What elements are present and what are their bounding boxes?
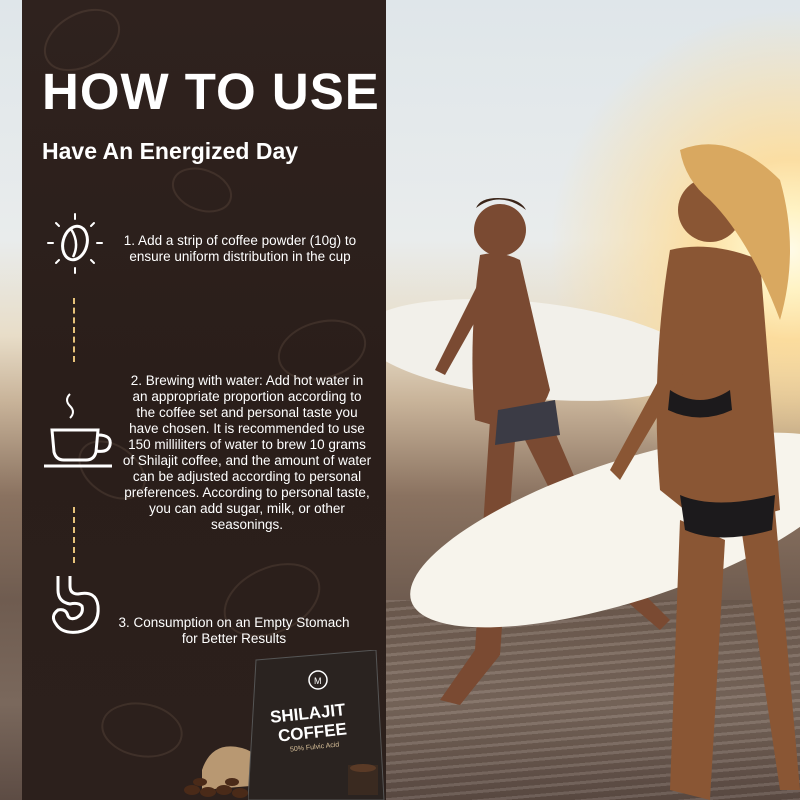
coffee-bean-icon bbox=[47, 213, 103, 274]
product-pouch: M SHILAJIT COFFEE 50% Fulvic Acid bbox=[247, 649, 386, 801]
step-connector bbox=[73, 298, 75, 362]
step-3-text: 3. Consumption on an Empty Stomach for B… bbox=[118, 615, 350, 646]
surfers-illustration bbox=[380, 144, 800, 800]
svg-text:M: M bbox=[314, 676, 322, 686]
coffee-cup-icon bbox=[44, 393, 112, 468]
page-subtitle: Have An Energized Day bbox=[42, 138, 299, 164]
page-title: HOW TO USE bbox=[42, 63, 380, 120]
step-2-text: 2. Brewing with water: Add hot water in … bbox=[122, 373, 372, 532]
stomach-icon bbox=[51, 576, 100, 634]
step-connector bbox=[73, 507, 75, 563]
step-1-text: 1. Add a strip of coffee powder (10g) to… bbox=[123, 233, 357, 264]
